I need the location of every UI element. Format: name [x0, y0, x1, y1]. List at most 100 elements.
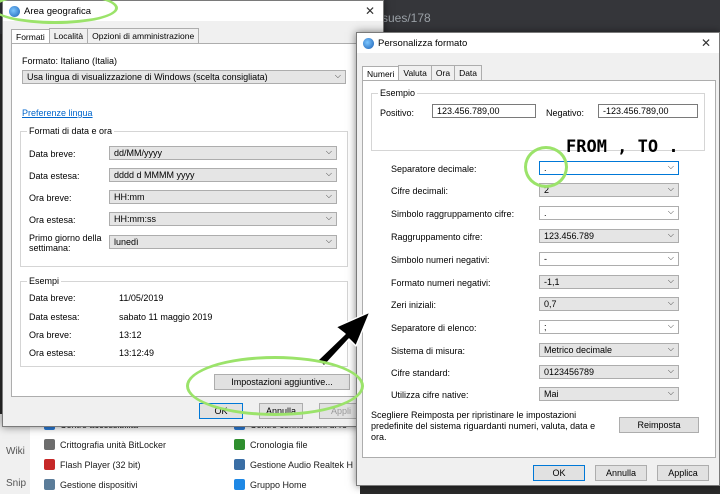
file-history-icon	[234, 439, 245, 450]
customize-window-title: Personalizza formato	[378, 37, 468, 49]
chevron-down-icon: ⌵	[667, 276, 674, 285]
tab-numeri[interactable]: Numeri	[362, 66, 400, 81]
region-ok-button[interactable]: OK	[199, 403, 243, 419]
leading-zeros-combo[interactable]: 0,7 ⌵	[539, 297, 679, 311]
customize-format-window: Personalizza formato ✕ Numeri Valuta Ora…	[356, 32, 720, 486]
region-window-title: Area geografica	[24, 5, 92, 17]
standard-digits-combo[interactable]: 0123456789 ⌵	[539, 365, 679, 379]
native-digits-combo[interactable]: Mai ⌵	[539, 387, 679, 401]
example-value: sabato 11 maggio 2019	[119, 312, 213, 322]
chevron-down-icon: ⌵	[667, 162, 674, 171]
setting-label: Formato numeri negativi:	[391, 278, 491, 288]
flash-icon	[44, 459, 55, 470]
region-globe-icon	[9, 5, 20, 17]
first-day-combo[interactable]: lunedì ⌵	[109, 235, 337, 249]
setting-label: Sistema di misura:	[391, 346, 466, 356]
homegroup-icon	[234, 479, 245, 490]
chevron-down-icon: ⌵	[667, 230, 674, 239]
audio-icon	[234, 459, 245, 470]
tab-data[interactable]: Data	[454, 65, 483, 80]
customize-cancel-button[interactable]: Annulla	[595, 465, 647, 481]
close-icon[interactable]: ✕	[365, 4, 375, 18]
positive-example-field: 123.456.789,00	[432, 104, 536, 118]
short-date-combo[interactable]: dd/MM/yyyy ⌵	[109, 146, 337, 160]
examples-group: Esempi Data breve: 11/05/2019 Data estes…	[20, 276, 348, 367]
chevron-down-icon: ⌵	[325, 191, 332, 200]
grouping-symbol-combo[interactable]: . ⌵	[539, 206, 679, 220]
digit-grouping-combo[interactable]: 123.456.789 ⌵	[539, 229, 679, 243]
preferences-link[interactable]: Preferenze lingua	[22, 108, 93, 118]
example-value: 11/05/2019	[119, 293, 164, 303]
row-label: Data breve:	[29, 149, 76, 159]
tab-opzioni-amministrazione[interactable]: Opzioni di amministrazione	[87, 28, 200, 43]
chevron-down-icon: ⌵	[667, 253, 674, 262]
side-label: Wiki	[6, 446, 25, 457]
region-cancel-button[interactable]: Annulla	[259, 403, 303, 419]
setting-label: Utilizza cifre native:	[391, 390, 469, 400]
formati-panel: Formato: Italiano (Italia) Usa lingua di…	[11, 43, 357, 397]
chevron-down-icon: ⌵	[325, 169, 332, 178]
tab-ora[interactable]: Ora	[430, 65, 456, 80]
example-value: 13:12:49	[119, 348, 155, 358]
reset-description: Scegliere Reimposta per ripristinare le …	[371, 410, 596, 442]
row-label: Primo giorno della settimana:	[29, 233, 102, 253]
chevron-down-icon: ⌵	[667, 298, 674, 307]
device-manager-icon	[44, 479, 55, 490]
cp-item-device-manager[interactable]: Gestione dispositivi	[44, 479, 138, 490]
setting-label: Cifre decimali:	[391, 186, 449, 196]
date-formats-group: Formati di data e ora Data breve: dd/MM/…	[20, 126, 348, 267]
row-label: Data estesa:	[29, 171, 80, 181]
negative-format-combo[interactable]: -1,1 ⌵	[539, 275, 679, 289]
date-formats-title: Formati di data e ora	[27, 126, 115, 136]
tab-formati[interactable]: Formati	[11, 29, 50, 44]
setting-label: Raggruppamento cifre:	[391, 232, 483, 242]
cp-item-flash-player[interactable]: Flash Player (32 bit)	[44, 459, 141, 470]
cp-item-realtek-audio[interactable]: Gestione Audio Realtek H	[234, 459, 353, 470]
setting-label: Simbolo raggruppamento cifre:	[391, 209, 515, 219]
customize-titlebar: Personalizza formato ✕	[357, 33, 719, 53]
close-icon[interactable]: ✕	[701, 36, 711, 50]
tab-localita[interactable]: Località	[48, 28, 89, 43]
chevron-down-icon: ⌵	[325, 236, 332, 245]
positive-label: Positivo:	[380, 108, 415, 118]
setting-label: Zeri iniziali:	[391, 300, 437, 310]
chevron-down-icon: ⌵	[325, 147, 332, 156]
long-date-combo[interactable]: dddd d MMMM yyyy ⌵	[109, 168, 337, 182]
row-label: Ora estesa:	[29, 215, 76, 225]
format-label: Formato: Italiano (Italia)	[22, 56, 118, 66]
decimal-digits-combo[interactable]: 2 ⌵	[539, 183, 679, 197]
long-time-combo[interactable]: HH:mm:ss ⌵	[109, 212, 337, 226]
negative-example-field: -123.456.789,00	[598, 104, 698, 118]
example-title: Esempio	[378, 88, 418, 98]
from-to-annotation: FROM , TO .	[566, 137, 679, 157]
reset-button[interactable]: Reimposta	[619, 417, 699, 433]
customize-ok-button[interactable]: OK	[533, 465, 585, 481]
short-time-combo[interactable]: HH:mm ⌵	[109, 190, 337, 204]
tab-valuta[interactable]: Valuta	[398, 65, 432, 80]
decimal-separator-combo[interactable]: . ⌵	[539, 161, 679, 175]
negative-label: Negativo:	[546, 108, 585, 118]
customize-tabs: Numeri Valuta Ora Data	[362, 65, 483, 81]
cp-item-homegroup[interactable]: Gruppo Home	[234, 479, 307, 490]
list-separator-combo[interactable]: ; ⌵	[539, 320, 679, 334]
row-label: Data estesa:	[29, 312, 80, 322]
additional-settings-button[interactable]: Impostazioni aggiuntive...	[214, 374, 350, 390]
setting-label: Simbolo numeri negativi:	[391, 255, 490, 265]
chevron-down-icon: ⌵	[667, 184, 674, 193]
region-titlebar: Area geografica ✕	[3, 1, 383, 21]
measurement-system-combo[interactable]: Metrico decimale ⌵	[539, 343, 679, 357]
chevron-down-icon: ⌵	[334, 71, 341, 80]
format-combo[interactable]: Usa lingua di visualizzazione di Windows…	[22, 70, 346, 84]
row-label: Ora estesa:	[29, 348, 76, 358]
chevron-down-icon: ⌵	[667, 321, 674, 330]
cp-item-file-history[interactable]: Cronologia file	[234, 439, 308, 450]
setting-label: Separatore decimale:	[391, 164, 477, 174]
setting-label: Cifre standard:	[391, 368, 451, 378]
cp-item-bitlocker[interactable]: Crittografia unità BitLocker	[44, 439, 166, 450]
negative-sign-combo[interactable]: - ⌵	[539, 252, 679, 266]
chevron-down-icon: ⌵	[667, 344, 674, 353]
row-label: Ora breve:	[29, 330, 72, 340]
customize-apply-button[interactable]: Applica	[657, 465, 709, 481]
row-label: Ora breve:	[29, 193, 72, 203]
chevron-down-icon: ⌵	[667, 388, 674, 397]
